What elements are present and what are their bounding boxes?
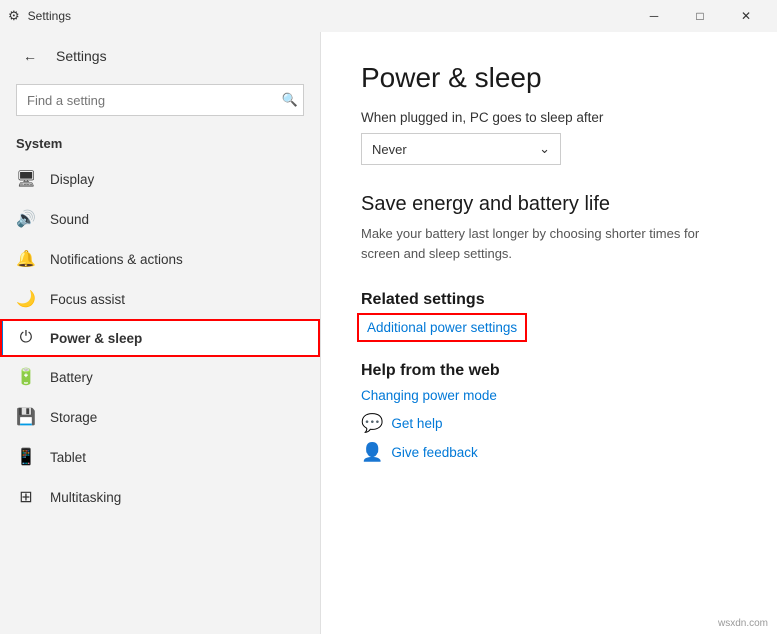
sidebar-item-storage[interactable]: 💾 Storage [0,397,320,437]
notifications-icon: 🔔 [16,249,36,269]
help-title: Help from the web [361,362,737,380]
search-icon: 🔍 [282,92,298,108]
focus-icon: 🌙 [16,289,36,309]
related-settings-title: Related settings [361,291,737,309]
main-content: Power & sleep When plugged in, PC goes t… [320,32,777,634]
window-controls: ─ □ ✕ [631,0,769,32]
back-button[interactable]: ← [16,42,44,70]
close-button[interactable]: ✕ [723,0,769,32]
multitasking-icon: ⊞ [16,487,36,507]
settings-icon: ⚙ [8,8,20,24]
sidebar-item-multitasking[interactable]: ⊞ Multitasking [0,477,320,517]
section-label: System [0,128,320,159]
sidebar-item-notifications[interactable]: 🔔 Notifications & actions [0,239,320,279]
sidebar: ← Settings 🔍 System 🖥 Display 🔊 Sound 🔔 … [0,32,320,634]
give-feedback-link[interactable]: Give feedback [391,445,477,460]
search-input[interactable] [16,84,304,116]
focus-label: Focus assist [50,292,125,307]
minimize-button[interactable]: ─ [631,0,677,32]
sleep-field-label: When plugged in, PC goes to sleep after [361,110,737,125]
changing-power-mode-link[interactable]: Changing power mode [361,388,737,403]
additional-power-settings-link[interactable]: Additional power settings [361,317,523,338]
get-help-link[interactable]: Get help [391,416,442,431]
sidebar-app-title: Settings [56,48,107,64]
page-title: Power & sleep [361,62,737,94]
power-label: Power & sleep [50,331,142,346]
storage-label: Storage [50,410,97,425]
search-box: 🔍 [16,84,304,116]
app-body: ← Settings 🔍 System 🖥 Display 🔊 Sound 🔔 … [0,32,777,634]
dropdown-value: Never [372,142,407,157]
sound-icon: 🔊 [16,209,36,229]
chevron-down-icon: ⌄ [539,141,550,157]
battery-icon: 🔋 [16,367,36,387]
sidebar-item-battery[interactable]: 🔋 Battery [0,357,320,397]
sidebar-item-focus[interactable]: 🌙 Focus assist [0,279,320,319]
title-bar: ⚙ Settings ─ □ ✕ [0,0,777,32]
notifications-label: Notifications & actions [50,252,183,267]
maximize-button[interactable]: □ [677,0,723,32]
help-section: Help from the web Changing power mode 💬 … [361,362,737,463]
sidebar-item-tablet[interactable]: 📱 Tablet [0,437,320,477]
sidebar-header: ← Settings [0,32,320,80]
get-help-icon: 💬 [361,413,383,434]
power-icon: ⏻ [16,329,36,347]
display-label: Display [50,172,94,187]
tablet-label: Tablet [50,450,86,465]
sidebar-item-sound[interactable]: 🔊 Sound [0,199,320,239]
watermark: wsxdn.com [715,617,771,630]
save-energy-title: Save energy and battery life [361,193,737,216]
title-bar-text: Settings [28,9,631,23]
related-settings-section: Related settings Additional power settin… [361,291,737,358]
give-feedback-icon: 👤 [361,442,383,463]
give-feedback-row[interactable]: 👤 Give feedback [361,442,737,463]
sleep-dropdown[interactable]: Never ⌄ [361,133,561,165]
storage-icon: 💾 [16,407,36,427]
sidebar-item-display[interactable]: 🖥 Display [0,159,320,199]
battery-label: Battery [50,370,93,385]
display-icon: 🖥 [16,169,36,189]
get-help-row[interactable]: 💬 Get help [361,413,737,434]
sound-label: Sound [50,212,89,227]
sidebar-item-power[interactable]: ⏻ Power & sleep [0,319,320,357]
save-energy-desc: Make your battery last longer by choosin… [361,224,737,263]
multitasking-label: Multitasking [50,490,121,505]
tablet-icon: 📱 [16,447,36,467]
